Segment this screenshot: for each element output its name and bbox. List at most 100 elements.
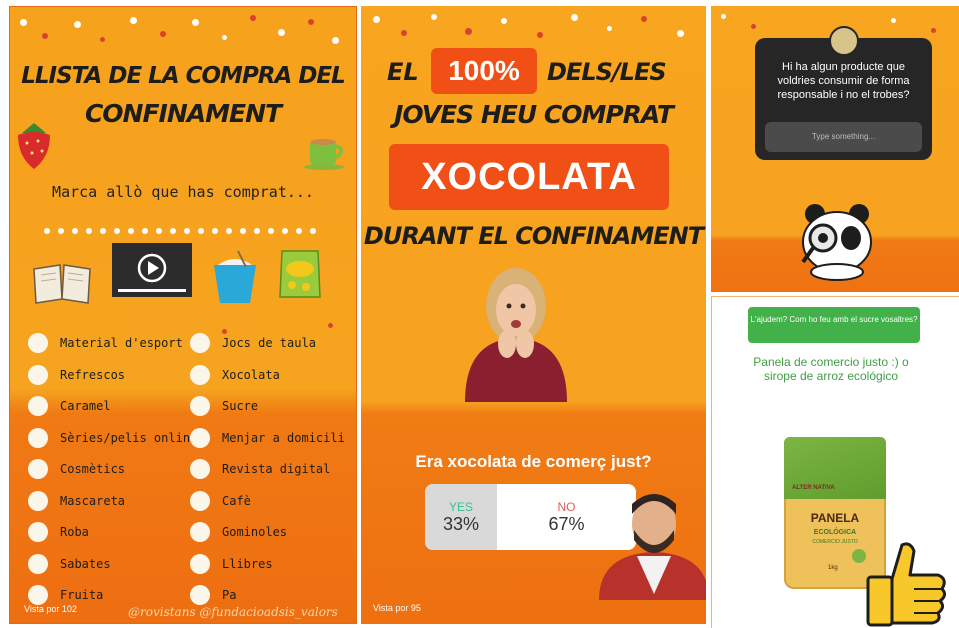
checklist-item-label: Pa — [222, 588, 237, 602]
checklist-item[interactable]: Menjar a domicili — [190, 427, 345, 448]
checkbox-circle[interactable] — [190, 396, 210, 416]
checkbox-circle[interactable] — [190, 585, 210, 605]
checklist-item[interactable]: Cafè — [190, 490, 251, 511]
story-panel-question: Hi ha algun producte que voldries consum… — [711, 6, 959, 292]
strawberry-icon — [18, 123, 50, 169]
view-count[interactable]: Vista por 102 — [24, 604, 77, 614]
checklist-item-label: Jocs de taula — [222, 336, 316, 350]
checkbox-circle[interactable] — [190, 522, 210, 542]
checkbox-circle[interactable] — [28, 522, 48, 542]
checklist-item[interactable]: Material d'esport — [28, 333, 183, 353]
checklist-item-label: Menjar a domicili — [222, 430, 345, 445]
poll-option-yes[interactable]: YES 33% — [425, 484, 497, 550]
checklist-item-label: Cosmètics — [60, 462, 126, 476]
product-organic: ECOLÓGICA — [813, 529, 857, 536]
checklist-item[interactable]: Refrescos — [28, 364, 125, 385]
view-count[interactable]: Vista por 95 — [373, 603, 421, 613]
confetti-dot — [677, 30, 684, 37]
checkbox-circle[interactable] — [28, 459, 48, 479]
takeaway-box-icon — [214, 250, 256, 303]
checklist-item-label: Xocolata — [222, 367, 280, 382]
confetti-dot — [20, 19, 27, 26]
snack-bag-icon — [279, 250, 321, 298]
checkbox-circle[interactable] — [190, 333, 210, 353]
story-panel-answer: L'ajudem? Com ho feu amb el sucre vosalt… — [711, 296, 959, 628]
checkbox-circle[interactable] — [190, 427, 210, 448]
checkbox-circle[interactable] — [28, 364, 48, 385]
chocolate-pill: XOCOLATA — [389, 144, 669, 210]
checkbox-circle[interactable] — [190, 490, 210, 511]
confetti-dot — [42, 33, 48, 39]
checklist-item-label: Fruita — [60, 588, 104, 602]
coffee-cup-icon — [304, 139, 344, 170]
checklist-item[interactable]: Xocolata — [190, 364, 280, 385]
list-title-line1: LLISTA DE LA COMPRA DEL — [21, 63, 346, 89]
watermark: @rovistans @fundacioadsis_valors — [128, 605, 338, 619]
checklist-item[interactable]: Roba — [28, 522, 89, 542]
checkbox-circle[interactable] — [28, 396, 48, 416]
checklist-item[interactable]: Cosmètics — [28, 459, 125, 479]
checklist-item-label: Gominoles — [222, 525, 288, 539]
poll-no-label: NO — [557, 499, 576, 514]
book-icon — [33, 264, 91, 304]
checkbox-circle[interactable] — [190, 364, 210, 385]
checklist-item[interactable]: Mascareta — [28, 490, 125, 511]
video-player-icon — [112, 243, 192, 297]
presenter-woman-image — [465, 268, 567, 402]
question-sticker: Hi ha algun producte que voldries consum… — [755, 26, 932, 160]
checklist-item[interactable]: Caramel — [28, 396, 111, 416]
answer-input[interactable]: Type something... — [765, 122, 922, 152]
product-name: PANELA — [810, 511, 860, 525]
checkbox-circle[interactable] — [28, 585, 48, 605]
confetti-dot — [537, 32, 543, 38]
confetti-dot — [721, 14, 726, 19]
checkbox-circle[interactable] — [190, 459, 210, 479]
checklist-item[interactable]: Gominoles — [190, 522, 287, 542]
checklist-item[interactable]: Sucre — [190, 396, 258, 416]
poll-yes-label: YES — [448, 499, 473, 514]
confetti-dot — [328, 323, 333, 328]
confetti-dot — [607, 26, 612, 31]
checklist-item-label: Llibres — [222, 556, 273, 571]
checklist-item-label: Sèries/pelis online — [60, 430, 198, 445]
checklist-item[interactable]: Sabates — [28, 553, 111, 574]
checklist-item[interactable]: Llibres — [190, 553, 273, 574]
headline-line2: JOVES HEU COMPRAT — [394, 100, 674, 129]
confetti-dot — [130, 17, 137, 24]
checklist-item-label: Sabates — [60, 556, 111, 571]
story-panel-chocolate: EL 100% DELS/LES JOVES HEU COMPRAT XOCOL… — [361, 6, 706, 624]
percentage-pill: 100% — [431, 48, 537, 94]
confetti-dot — [192, 19, 199, 26]
checklist-item-label: Revista digital — [222, 462, 331, 476]
answer-text: Panela de comercio justo :) o sirope de … — [753, 355, 909, 383]
question-text: Hi ha algun producte que voldries consum… — [777, 61, 910, 101]
list-title-line2: CONFINAMENT — [84, 99, 282, 128]
confetti-dot — [465, 28, 472, 35]
checklist-item[interactable]: Revista digital — [190, 459, 330, 479]
checkbox-circle[interactable] — [28, 553, 48, 574]
presenter-man-image — [599, 494, 706, 600]
checkbox-circle[interactable] — [190, 553, 210, 574]
poll-yes-percent: 33% — [442, 513, 480, 534]
confetti-dot — [222, 329, 227, 334]
panda-magnifier-icon — [801, 204, 872, 281]
confetti-dot — [74, 21, 81, 28]
checklist-item-label: Roba — [60, 525, 89, 539]
checklist-item-label: Caramel — [60, 399, 111, 413]
checklist-item[interactable]: Jocs de taula — [190, 333, 316, 353]
checkbox-circle[interactable] — [28, 333, 48, 353]
confetti-dot — [373, 16, 380, 23]
checklist-item[interactable]: Sèries/pelis online — [28, 427, 198, 448]
confetti-dot — [401, 30, 407, 36]
poll-question: Era xocolata de comerç just? — [415, 452, 652, 471]
confetti-dot — [431, 14, 437, 20]
confetti-dot — [501, 18, 507, 24]
dotted-divider — [44, 219, 334, 234]
checklist-item[interactable]: Fruita — [28, 585, 103, 605]
checklist-item[interactable]: Pa — [190, 585, 236, 605]
checkbox-circle[interactable] — [28, 490, 48, 511]
checkbox-circle[interactable] — [28, 427, 48, 448]
confetti-dot — [891, 18, 896, 23]
thumbs-up-icon — [866, 542, 947, 627]
checklist-item-label: Sucre — [222, 399, 259, 413]
